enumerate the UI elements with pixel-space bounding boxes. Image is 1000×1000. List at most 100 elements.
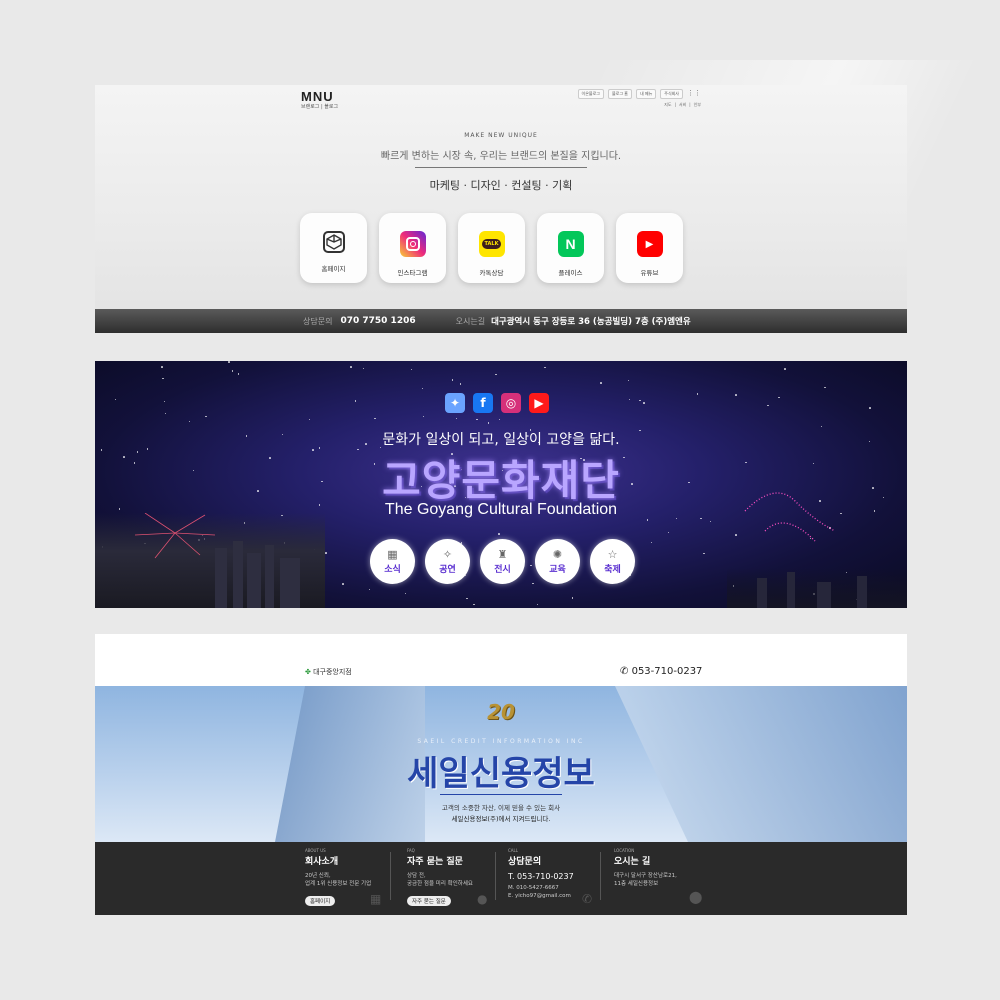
col-line: 11층 세일신용정보	[614, 881, 659, 887]
naver-place-card[interactable]: N 플레이스	[537, 213, 604, 283]
col-en: LOCATION	[614, 848, 635, 853]
star-dot	[455, 417, 458, 420]
column-divider	[390, 852, 391, 900]
top-nav-item[interactable]: 블로그 홈	[607, 89, 632, 99]
info-footer: ABOUT US 회사소개 20년 신뢰, 업계 1위 신용정보 전문 기업 홈페…	[95, 842, 907, 915]
email-address[interactable]: E. yicho97@gmail.com	[508, 893, 571, 899]
star-dot	[820, 425, 823, 428]
homepage-card[interactable]: 홈페이지	[300, 213, 367, 283]
phone-label: 상담문의	[303, 316, 333, 326]
phone-icon: ✆	[620, 666, 629, 677]
sub-nav-item[interactable]: 인부	[694, 102, 701, 108]
star-dot	[498, 418, 501, 421]
col-line: 업계 1위 신용정보 전문 기업	[305, 881, 372, 887]
naver-glyph: N	[565, 236, 576, 252]
star-dot	[466, 597, 468, 600]
kakaotalk-card[interactable]: TALK 카톡상담	[458, 213, 525, 283]
star-dot	[422, 415, 425, 418]
instagram-icon[interactable]: ◎	[501, 393, 521, 413]
phone-number[interactable]: 070 7750 1206	[340, 316, 415, 326]
star-dot	[205, 415, 207, 418]
star-dot	[544, 366, 546, 369]
star-dot	[164, 412, 167, 415]
star-dot	[342, 583, 344, 585]
youtube-icon[interactable]: ▶	[529, 393, 549, 413]
circle-label: 공연	[439, 565, 456, 575]
col-line: 대구시 달서구 장산남로21,	[614, 873, 677, 879]
homepage-button[interactable]: 홈페이지	[305, 896, 336, 906]
top-nav-item[interactable]: 내 메뉴	[635, 89, 657, 99]
star-dot	[374, 417, 376, 420]
city-drone-photo	[727, 568, 907, 608]
calendar-icon: ▦	[387, 548, 398, 561]
saeil-banner: ✤ 대구중앙지점 ✆ 053-710-0237 20 SAEIL CREDIT …	[95, 634, 907, 915]
festival-button[interactable]: ☆ 축제	[590, 539, 635, 584]
goyang-banner: ✦ f ◎ ▶ 문화가 일상이 되고, 일상이 고양을 닮다. 고양문화재단 T…	[95, 361, 907, 608]
person-icon: ●	[477, 892, 488, 906]
col-en: CALL	[508, 848, 518, 853]
star-dot	[824, 386, 826, 389]
hero-desc-1: 고객의 소중한 자산, 이제 믿을 수 있는 회사	[441, 804, 561, 812]
exhibition-button[interactable]: ♜ 전시	[480, 539, 525, 584]
tagline-ko: 빠르게 변하는 시장 속, 우리는 브랜드의 본질을 지킵니다.	[380, 151, 622, 162]
col-line: 궁금한 점을 미리 확인하세요	[407, 881, 473, 887]
col-text: M. 010-5427-6667 E. yicho97@gmail.com	[508, 884, 608, 900]
star-dot	[778, 396, 780, 399]
star-dot	[410, 368, 413, 371]
star-dot	[600, 382, 602, 384]
branch-name: ✤ 대구중앙지점	[305, 667, 352, 677]
cube-logo-icon	[322, 231, 345, 253]
facebook-icon[interactable]: f	[473, 393, 493, 413]
card-label: 인스타그램	[397, 269, 428, 277]
star-dot	[162, 377, 164, 380]
mnu-top-nav: 이온블로그 블로그 홈 내 메뉴 주식회사 ⋮⋮	[577, 89, 701, 99]
link-cards: 홈페이지 인스타그램 TALK 카톡상담 N 플레이스 ▶ 유튜브	[300, 213, 683, 283]
col-line: 상담 전,	[407, 873, 426, 879]
star-dot	[495, 373, 497, 376]
star-dot	[536, 603, 538, 606]
tagline-en: MAKE NEW UNIQUE	[464, 132, 538, 139]
daum-icon[interactable]: ✦	[445, 393, 465, 413]
column-divider	[495, 852, 496, 900]
top-nav-item[interactable]: 이온블로그	[577, 89, 604, 99]
top-nav-item[interactable]: 주식회사	[660, 89, 683, 99]
call-phone[interactable]: T. 053-710-0237	[508, 872, 608, 881]
col-heading: 자주 묻는 질문	[407, 857, 463, 867]
faq-column: FAQ 자주 묻는 질문 상담 전, 궁금한 점을 미리 확인하세요 자주 묻는 …	[407, 848, 507, 907]
divider	[415, 167, 587, 168]
youtube-card[interactable]: ▶ 유튜브	[616, 213, 683, 283]
social-icons: ✦ f ◎ ▶	[445, 393, 549, 413]
address: 대구광역시 동구 장등로 36 (농공빌딩) 7층 (주)엠엔유	[491, 317, 691, 327]
star-dot	[735, 394, 737, 396]
col-text: 대구시 달서구 장산남로21, 11층 세일신용정보	[614, 872, 714, 888]
top-phone[interactable]: ✆ 053-710-0237	[620, 666, 702, 677]
mnu-sublinks[interactable]: 브랜로그 | 블로그	[301, 103, 338, 110]
stars-icon: ✧	[442, 548, 453, 561]
mnu-logo[interactable]: MNU	[301, 89, 334, 104]
branch-label: 대구중앙지점	[313, 668, 352, 676]
star-dot	[114, 398, 117, 401]
star-dot	[228, 361, 230, 363]
trophy-icon: ♜	[497, 548, 508, 561]
instagram-card[interactable]: 인스타그램	[379, 213, 446, 283]
star-dot	[703, 552, 705, 555]
talk-glyph: TALK	[481, 239, 502, 249]
grid-menu-icon[interactable]: ⋮⋮	[687, 89, 701, 99]
star-dot	[646, 519, 649, 521]
star-dot	[650, 541, 653, 544]
slogan: 문화가 일상이 되고, 일상이 고양을 닮다.	[382, 432, 620, 448]
category-buttons: ▦ 소식 ✧ 공연 ♜ 전시 ✺ 교육 ☆ 축제	[370, 539, 635, 584]
star-dot	[404, 592, 407, 595]
faq-button[interactable]: 자주 묻는 질문	[407, 896, 451, 906]
sub-nav-item[interactable]: 지도	[664, 102, 671, 108]
news-button[interactable]: ▦ 소식	[370, 539, 415, 584]
circle-label: 축제	[604, 565, 621, 575]
education-button[interactable]: ✺ 교육	[535, 539, 580, 584]
20th-anniversary-badge: 20	[487, 700, 515, 724]
sub-nav-item[interactable]: 서비	[679, 102, 686, 108]
foundation-title-en: The Goyang Cultural Foundation	[384, 501, 618, 518]
circle-label: 전시	[494, 565, 511, 575]
performance-button[interactable]: ✧ 공연	[425, 539, 470, 584]
star-dot	[487, 422, 490, 424]
star-dot	[231, 370, 234, 372]
